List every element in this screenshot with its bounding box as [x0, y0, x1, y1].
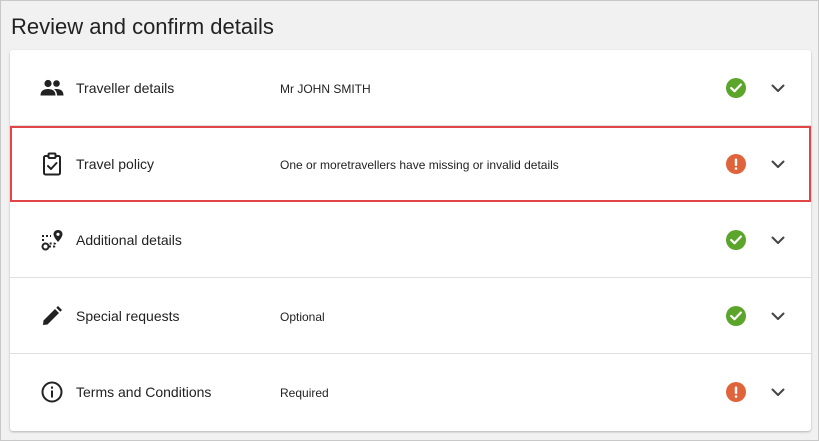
exclamation-circle-icon: [726, 382, 746, 402]
details-accordion: Traveller details Mr JOHN SMITH Travel p…: [10, 50, 811, 431]
row-value: One or moretravellers have missing or in…: [280, 158, 559, 172]
chevron-down-icon[interactable]: [769, 383, 787, 401]
chevron-down-icon[interactable]: [769, 231, 787, 249]
accordion-row-terms-and-conditions[interactable]: Terms and Conditions Required: [10, 354, 811, 429]
accordion-row-additional-details[interactable]: Additional details: [10, 202, 811, 278]
row-label: Special requests: [76, 308, 180, 324]
row-label: Traveller details: [76, 80, 175, 96]
accordion-row-travel-policy[interactable]: Travel policy One or moretravellers have…: [10, 126, 811, 202]
row-value: Optional: [280, 310, 325, 324]
chevron-down-icon[interactable]: [769, 155, 787, 173]
route-pin-icon: [39, 228, 65, 252]
row-label: Travel policy: [76, 156, 155, 172]
row-label: Terms and Conditions: [76, 384, 212, 400]
review-page: Review and confirm details Traveller det…: [1, 1, 818, 440]
check-circle-icon: [726, 306, 746, 326]
check-circle-icon: [726, 230, 746, 250]
people-icon: [39, 76, 65, 100]
clipboard-check-icon: [39, 152, 65, 176]
chevron-down-icon[interactable]: [769, 307, 787, 325]
accordion-row-special-requests[interactable]: Special requests Optional: [10, 278, 811, 354]
accordion-row-traveller-details[interactable]: Traveller details Mr JOHN SMITH: [10, 50, 811, 126]
chevron-down-icon[interactable]: [769, 79, 787, 97]
pencil-icon: [39, 304, 65, 328]
info-icon: [39, 380, 65, 404]
row-value: Mr JOHN SMITH: [280, 82, 371, 96]
row-label: Additional details: [76, 232, 182, 248]
check-circle-icon: [726, 78, 746, 98]
row-value: Required: [280, 386, 329, 400]
page-title: Review and confirm details: [11, 14, 274, 39]
exclamation-circle-icon: [726, 154, 746, 174]
